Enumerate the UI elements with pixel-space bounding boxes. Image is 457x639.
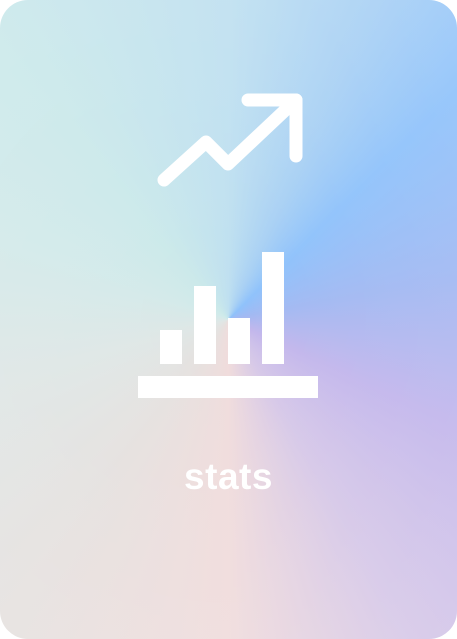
trending-up-icon	[157, 93, 303, 187]
card-label: stats	[184, 456, 273, 497]
stats-card[interactable]: stats	[0, 0, 457, 639]
bar-chart-icon	[138, 252, 318, 398]
